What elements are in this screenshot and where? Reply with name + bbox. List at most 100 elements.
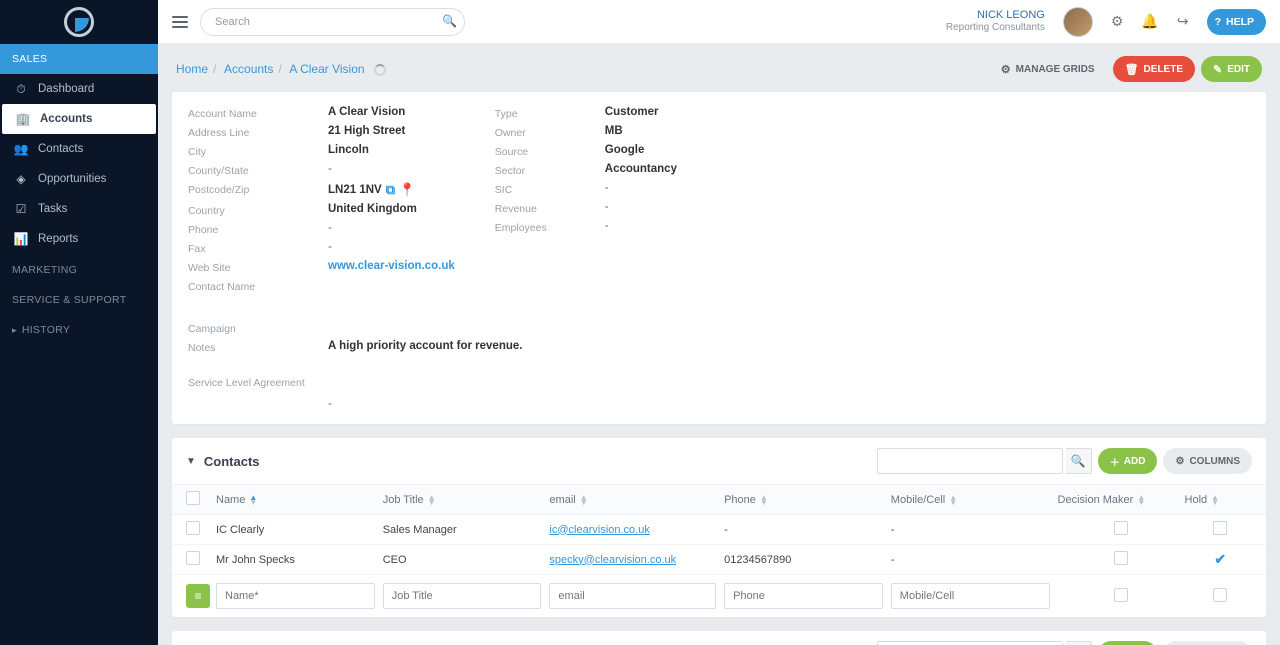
breadcrumb-accounts[interactable]: Accounts	[224, 62, 273, 76]
label-fax: Fax	[188, 241, 308, 255]
hold-check-icon[interactable]: ✔	[1214, 551, 1226, 567]
map-pin-icon[interactable]: 📍	[399, 182, 415, 198]
plus-icon: ＋	[1110, 454, 1120, 469]
label-address: Address Line	[188, 125, 308, 139]
decision-checkbox[interactable]	[1114, 521, 1128, 535]
tasks-search-button[interactable]: 🔍	[1066, 641, 1092, 645]
decision-checkbox[interactable]	[1114, 551, 1128, 565]
nav-section-sales[interactable]: SALES	[0, 44, 158, 74]
tasks-columns-button[interactable]: ⚙COLUMNS	[1163, 641, 1252, 645]
new-phone-input[interactable]	[724, 583, 883, 609]
nav-item-opportunities[interactable]: ◈Opportunities	[0, 164, 158, 194]
label-type: Type	[495, 106, 585, 120]
value-campaign	[328, 321, 1250, 335]
user-name: NICK LEONG	[946, 9, 1045, 22]
label-account-name: Account Name	[188, 106, 308, 120]
col-phone[interactable]: Phone▲▼	[724, 494, 891, 506]
topbar: 🔍 NICK LEONG Reporting Consultants ⚙ 🔔 ↪…	[158, 0, 1280, 44]
hold-checkbox[interactable]	[1213, 521, 1227, 535]
contact-row[interactable]: IC Clearly Sales Manager ic@clearvision.…	[172, 515, 1266, 545]
label-contact-name: Contact Name	[188, 279, 308, 293]
accounts-icon: 🏢	[16, 112, 30, 126]
manage-grids-button[interactable]: ⚙MANAGE GRIDS	[989, 56, 1107, 82]
menu-toggle[interactable]	[172, 16, 188, 28]
col-email[interactable]: email▲▼	[549, 494, 724, 506]
contacts-search-input[interactable]	[877, 448, 1063, 474]
select-all-checkbox[interactable]	[186, 491, 200, 505]
value-website[interactable]: www.clear-vision.co.uk	[328, 260, 455, 274]
cell-name: IC Clearly	[216, 524, 383, 536]
new-decision-checkbox[interactable]	[1114, 588, 1128, 602]
breadcrumb-home[interactable]: Home	[176, 62, 208, 76]
contacts-add-button[interactable]: ＋ADD	[1098, 448, 1158, 474]
nav-section-service[interactable]: SERVICE & SUPPORT	[0, 284, 158, 314]
nav-item-reports[interactable]: 📊Reports	[0, 224, 158, 254]
nav-label: Reports	[38, 233, 78, 245]
label: COLUMNS	[1189, 456, 1240, 467]
nav-item-contacts[interactable]: 👥Contacts	[0, 134, 158, 164]
cell-name: Mr John Specks	[216, 554, 383, 566]
delete-button[interactable]: 🗑DELETE	[1113, 56, 1195, 82]
value-fax: -	[328, 241, 455, 255]
user-info[interactable]: NICK LEONG Reporting Consultants	[946, 9, 1045, 34]
value-phone: -	[328, 222, 455, 236]
avatar[interactable]	[1063, 7, 1093, 37]
col-decision[interactable]: Decision Maker▲▼	[1058, 494, 1185, 506]
label-city: City	[188, 144, 308, 158]
new-name-input[interactable]	[216, 583, 375, 609]
new-mobile-input[interactable]	[891, 583, 1050, 609]
trash-icon: 🗑	[1125, 63, 1139, 76]
cell-email[interactable]: specky@clearvision.co.uk	[549, 554, 676, 566]
nav-item-tasks[interactable]: ☑Tasks	[0, 194, 158, 224]
contacts-search-button[interactable]: 🔍	[1066, 448, 1092, 474]
col-mobile[interactable]: Mobile/Cell▲▼	[891, 494, 1058, 506]
col-hold[interactable]: Hold▲▼	[1185, 494, 1256, 506]
copy-icon[interactable]: ⧉	[386, 182, 395, 198]
postcode-text: LN21 1NV	[328, 184, 382, 196]
collapse-icon[interactable]: ▼	[186, 456, 196, 467]
logout-icon[interactable]: ↪	[1177, 13, 1189, 30]
contacts-section: ▼ Contacts 🔍 ＋ADD ⚙COLUMNS Name▲▼ Job Ti…	[172, 438, 1266, 617]
help-button[interactable]: ?HELP	[1207, 9, 1266, 35]
label-revenue: Revenue	[495, 201, 585, 215]
content-scroll[interactable]: Home/ Accounts/ A Clear Vision ⚙MANAGE G…	[158, 44, 1280, 645]
row-checkbox[interactable]	[186, 521, 200, 535]
notifications-icon[interactable]: 🔔	[1141, 13, 1158, 30]
cell-phone: -	[724, 524, 891, 536]
nav-item-accounts[interactable]: 🏢 Accounts	[2, 104, 156, 134]
new-email-input[interactable]	[549, 583, 716, 609]
search-icon[interactable]: 🔍	[442, 14, 457, 28]
tasks-search-input[interactable]	[877, 641, 1063, 645]
label-owner: Owner	[495, 125, 585, 139]
tasks-icon: ☑	[14, 202, 28, 216]
opportunities-icon: ◈	[14, 172, 28, 186]
value-account-name: A Clear Vision	[328, 106, 455, 120]
value-sla: -	[328, 398, 1250, 410]
value-type: Customer	[605, 106, 677, 120]
new-row-handle-icon[interactable]: ≡	[186, 584, 210, 608]
contact-row[interactable]: Mr John Specks CEO specky@clearvision.co…	[172, 545, 1266, 575]
tasks-add-button[interactable]: ＋ADD	[1098, 641, 1158, 645]
col-name[interactable]: Name▲▼	[216, 494, 383, 506]
gear-icon: ⚙	[1001, 63, 1011, 76]
col-jobtitle[interactable]: Job Title▲▼	[383, 494, 550, 506]
nav-section-history[interactable]: HISTORY	[0, 314, 158, 344]
nav-label: Accounts	[40, 113, 92, 125]
nav-section-marketing[interactable]: MARKETING	[0, 254, 158, 284]
search-input[interactable]	[200, 8, 465, 36]
logo	[0, 0, 158, 44]
settings-icon[interactable]: ⚙	[1111, 13, 1124, 30]
value-source: Google	[605, 144, 677, 158]
cell-email[interactable]: ic@clearvision.co.uk	[549, 524, 649, 536]
value-notes: A high priority account for revenue.	[328, 340, 1250, 354]
value-postcode: LN21 1NV ⧉📍	[328, 182, 455, 198]
contacts-columns-button[interactable]: ⚙ COLUMNS	[1163, 448, 1252, 474]
gear-icon: ⚙	[1175, 456, 1184, 467]
cell-mobile: -	[891, 554, 1058, 566]
row-checkbox[interactable]	[186, 551, 200, 565]
new-jobtitle-input[interactable]	[383, 583, 542, 609]
nav-item-dashboard[interactable]: ⏱Dashboard	[0, 74, 158, 104]
contacts-grid: Name▲▼ Job Title▲▼ email▲▼ Phone▲▼ Mobil…	[172, 484, 1266, 617]
edit-button[interactable]: ✎EDIT	[1201, 56, 1262, 82]
new-hold-checkbox[interactable]	[1213, 588, 1227, 602]
